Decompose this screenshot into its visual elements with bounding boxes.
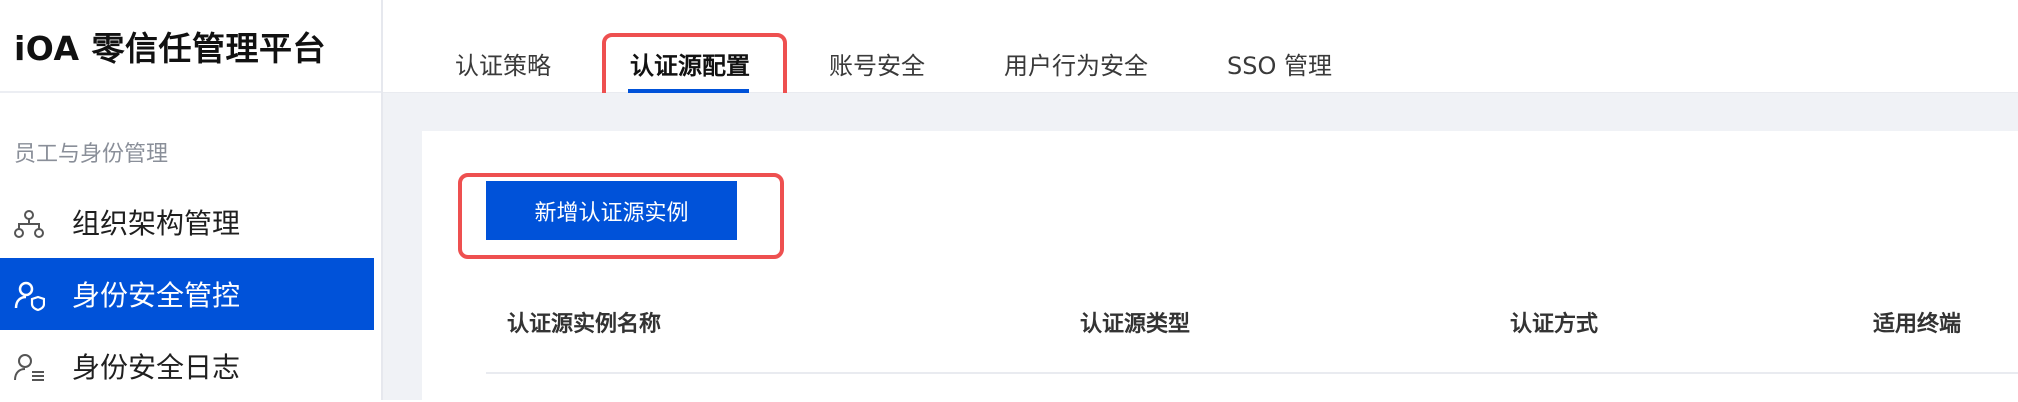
tab-sso-management[interactable]: SSO 管理 xyxy=(1227,46,1332,81)
table-header-divider xyxy=(486,372,2018,374)
sidebar-item-label: 身份安全管控 xyxy=(72,279,241,312)
column-header-applicable-terminal: 适用终端 xyxy=(1873,312,1962,337)
content-card xyxy=(422,131,2018,400)
button-highlight-box xyxy=(458,173,784,259)
org-structure-icon xyxy=(13,208,45,240)
identity-security-icon xyxy=(13,280,46,312)
sidebar-item-identity-security[interactable]: 身份安全管控 xyxy=(0,258,374,330)
sidebar-item-org-structure[interactable]: 组织架构管理 xyxy=(0,186,374,258)
column-header-source-type: 认证源类型 xyxy=(1080,312,1191,337)
identity-log-icon xyxy=(13,352,45,384)
brand-divider xyxy=(0,91,381,93)
sidebar-item-label: 组织架构管理 xyxy=(72,207,241,240)
sidebar: iOA 零信任管理平台 员工与身份管理 组织架构管理 身份安全管控 身份安全日志 xyxy=(0,0,383,400)
sidebar-section-label: 员工与身份管理 xyxy=(14,142,169,167)
column-header-auth-method: 认证方式 xyxy=(1510,312,1599,337)
app-title: iOA 零信任管理平台 xyxy=(14,29,327,68)
sidebar-item-label: 身份安全日志 xyxy=(72,351,241,384)
tab-account-security[interactable]: 账号安全 xyxy=(829,46,925,81)
column-header-instance-name: 认证源实例名称 xyxy=(507,312,662,337)
tab-auth-policy[interactable]: 认证策略 xyxy=(455,46,551,81)
tab-user-behavior-security[interactable]: 用户行为安全 xyxy=(1004,46,1148,81)
sidebar-item-identity-log[interactable]: 身份安全日志 xyxy=(0,330,374,402)
